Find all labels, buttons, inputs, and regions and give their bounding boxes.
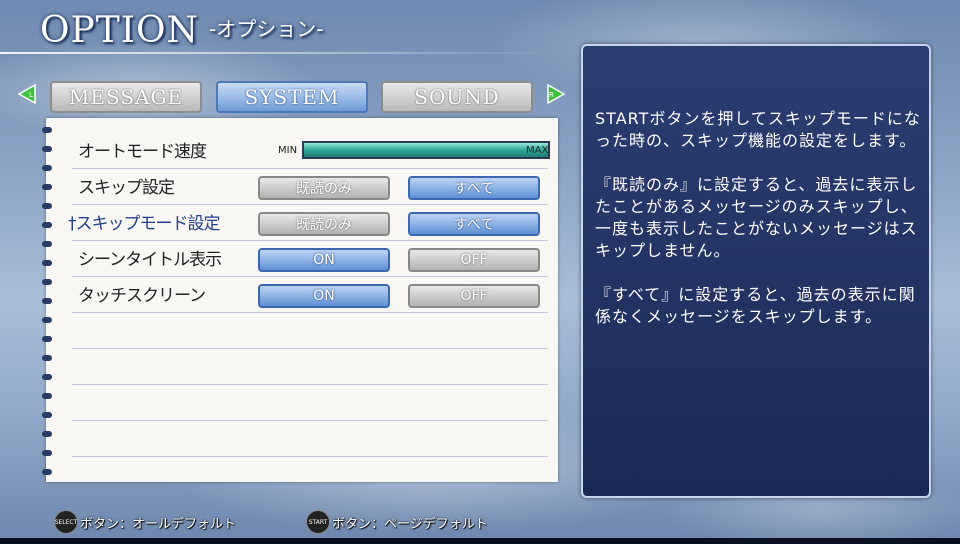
binder-ring — [42, 145, 56, 154]
footer-start-text: ボタン：ページデフォルト — [332, 516, 488, 532]
ruled-line — [72, 384, 548, 385]
setting-row-skip: スキップ設定 既読のみ すべて — [72, 170, 548, 205]
skip-mode-read-only-button[interactable]: 既読のみ — [258, 212, 390, 236]
select-button-icon: SELECT — [54, 510, 78, 534]
setting-label: シーンタイトル表示 — [78, 250, 222, 270]
binder-ring — [42, 202, 56, 211]
footer-select-hint: SELECT ボタン：オールデフォルト — [54, 510, 236, 534]
binder-ring — [42, 430, 56, 439]
binder-ring — [42, 373, 56, 382]
start-button-icon: START — [306, 510, 330, 534]
left-arrow-letter: L — [29, 91, 33, 99]
scene-title-on-button[interactable]: ON — [258, 248, 390, 272]
right-arrow-icon[interactable]: R — [544, 83, 566, 105]
binder-ring — [42, 354, 56, 363]
binder-ring — [42, 183, 56, 192]
binder-ring — [42, 126, 56, 135]
tab-system[interactable]: SYSTEM — [216, 81, 368, 113]
left-arrow-icon[interactable]: L — [17, 83, 39, 105]
skip-mode-all-button[interactable]: すべて — [408, 212, 540, 236]
binder-ring — [42, 449, 56, 458]
setting-label: オートモード速度 — [78, 142, 207, 162]
footer-select-text: ボタン：オールデフォルト — [80, 516, 237, 532]
binder-ring — [42, 278, 56, 287]
slider-max-label: MAX — [526, 145, 549, 156]
help-text: STARTボタンを押してスキップモードになった時の、スキップ機能の設定をします。… — [595, 109, 921, 326]
title-main: OPTION — [40, 10, 199, 51]
ruled-line — [72, 420, 548, 421]
right-arrow-letter: R — [549, 91, 554, 99]
setting-label: スキップ設定 — [78, 178, 175, 198]
screen-title: OPTION -オプション- — [40, 10, 323, 51]
ruled-line — [72, 456, 548, 457]
bottom-bar — [0, 538, 960, 544]
touchscreen-off-button[interactable]: OFF — [408, 284, 540, 308]
binder-ring — [42, 221, 56, 230]
slider-min-label: MIN — [278, 145, 298, 156]
setting-label: †スキップモード設定 — [68, 214, 220, 234]
binder-ring — [42, 240, 56, 249]
title-underline — [0, 52, 560, 54]
setting-label: タッチスクリーン — [78, 286, 206, 306]
help-panel: STARTボタンを押してスキップモードになった時の、スキップ機能の設定をします。… — [581, 44, 931, 498]
footer-start-hint: START ボタン：ページデフォルト — [306, 510, 488, 534]
title-sub: -オプション- — [208, 17, 324, 41]
setting-row-skip-mode: †スキップモード設定 既読のみ すべて — [68, 206, 548, 241]
tab-sound[interactable]: SOUND — [381, 81, 533, 113]
tab-message[interactable]: MESSAGE — [50, 81, 202, 113]
scene-title-off-button[interactable]: OFF — [408, 248, 540, 272]
binder-ring — [42, 297, 56, 306]
binder-ring — [42, 335, 56, 344]
binder-ring — [42, 164, 56, 173]
skip-all-button[interactable]: すべて — [408, 176, 540, 200]
auto-speed-slider[interactable] — [302, 141, 550, 159]
binder-ring — [42, 259, 56, 268]
setting-row-auto-speed: オートモード速度 MIN MAX — [72, 134, 550, 169]
slider-fill — [304, 143, 548, 157]
binder-ring — [42, 411, 56, 420]
binder-ring — [42, 468, 56, 477]
setting-row-touchscreen: タッチスクリーン ON OFF — [72, 278, 548, 313]
ruled-line — [72, 348, 548, 349]
binder-ring — [42, 392, 56, 401]
touchscreen-on-button[interactable]: ON — [258, 284, 390, 308]
setting-row-scene-title: シーンタイトル表示 ON OFF — [72, 242, 548, 277]
settings-notebook: オートモード速度 MIN MAX スキップ設定 既読のみ すべて †スキップモー… — [42, 118, 558, 482]
skip-read-only-button[interactable]: 既読のみ — [258, 176, 390, 200]
binder-ring — [42, 316, 56, 325]
